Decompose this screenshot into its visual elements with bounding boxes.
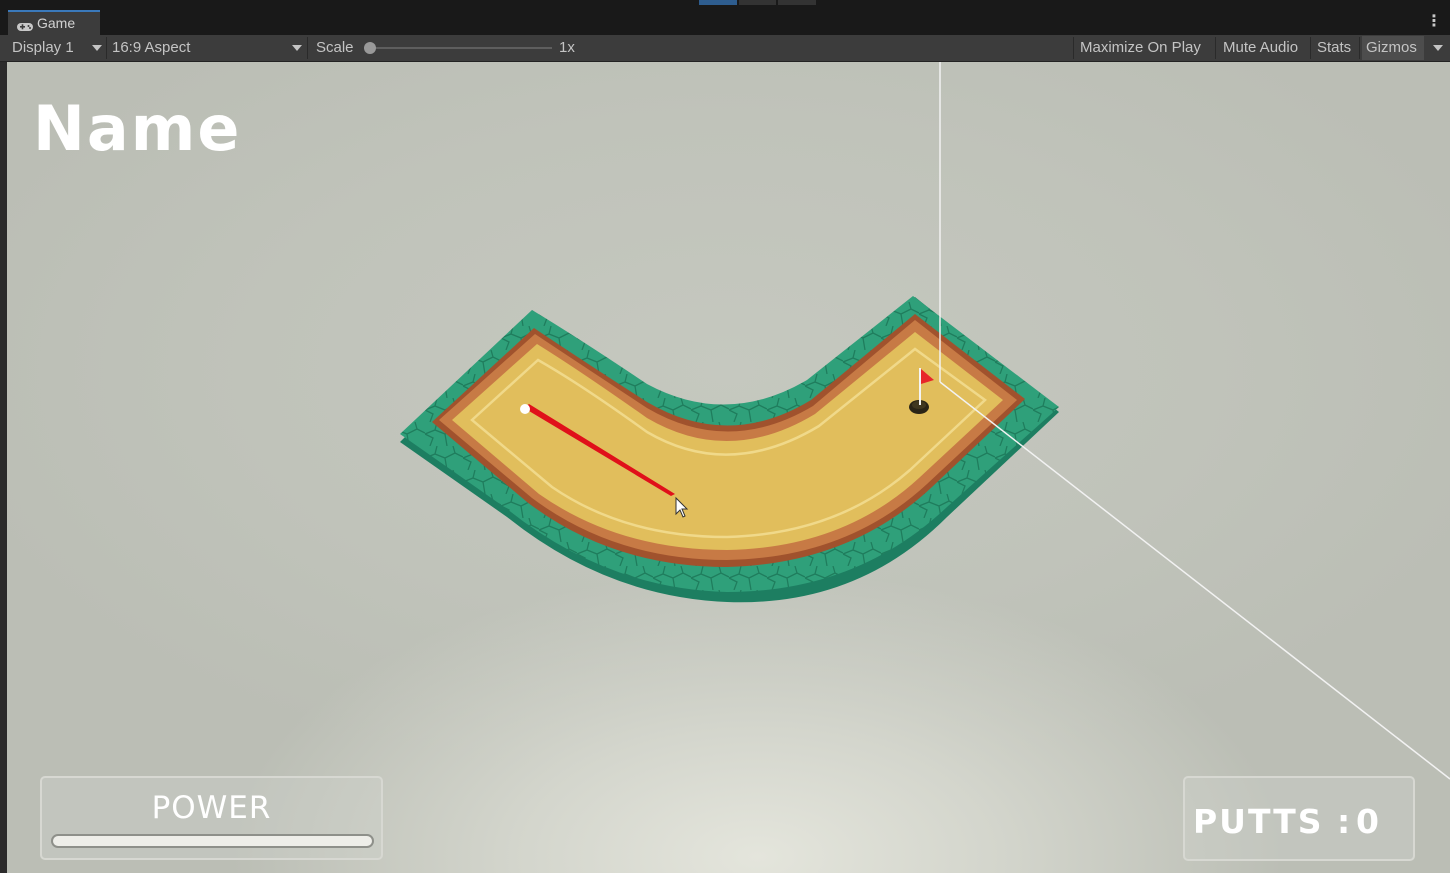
divider bbox=[1310, 37, 1311, 59]
scale-label: Scale bbox=[316, 39, 354, 56]
putts-panel: PUTTS : 0 bbox=[1183, 776, 1415, 861]
tab-label: Game bbox=[37, 15, 76, 31]
left-panel-edge bbox=[0, 62, 7, 873]
golf-ball bbox=[520, 404, 530, 414]
scale-value: 1x bbox=[559, 39, 575, 56]
layout-tab-active[interactable] bbox=[699, 0, 737, 5]
game-viewport[interactable]: Name POWER PUTTS : 0 bbox=[7, 62, 1450, 873]
stats-toggle[interactable]: Stats bbox=[1317, 35, 1351, 61]
minigolf-scene bbox=[400, 62, 1450, 780]
layout-tab[interactable] bbox=[739, 0, 776, 5]
mute-audio-toggle[interactable]: Mute Audio bbox=[1223, 35, 1298, 61]
power-panel: POWER bbox=[40, 776, 383, 860]
gizmos-chevron-down-icon[interactable] bbox=[1433, 45, 1443, 51]
top-strip bbox=[0, 0, 1450, 10]
divider bbox=[1359, 37, 1360, 59]
scale-slider-track[interactable] bbox=[372, 47, 552, 49]
putts-count: 0 bbox=[1356, 802, 1379, 841]
power-label: POWER bbox=[151, 790, 272, 826]
kebab-menu-icon[interactable]: ⋮ bbox=[1426, 13, 1442, 31]
maximize-on-play-toggle[interactable]: Maximize On Play bbox=[1080, 35, 1201, 61]
chevron-down-icon[interactable] bbox=[292, 45, 302, 51]
game-toolbar: Display 1 16:9 Aspect Scale 1x Maximize … bbox=[0, 35, 1450, 62]
tab-game[interactable]: Game bbox=[8, 10, 100, 35]
aspect-dropdown[interactable]: 16:9 Aspect bbox=[112, 35, 190, 61]
tab-bar: Game ⋮ bbox=[0, 10, 1450, 35]
divider bbox=[1215, 37, 1216, 59]
scale-slider-handle[interactable] bbox=[364, 42, 376, 54]
gizmos-toggle[interactable]: Gizmos bbox=[1366, 35, 1417, 61]
gizmo-line-diagonal bbox=[939, 381, 1450, 780]
divider bbox=[1073, 37, 1074, 59]
display-dropdown[interactable]: Display 1 bbox=[12, 35, 74, 61]
divider bbox=[106, 37, 107, 59]
layout-tab[interactable] bbox=[778, 0, 816, 5]
chevron-down-icon[interactable] bbox=[92, 45, 102, 51]
player-name-title: Name bbox=[33, 92, 242, 165]
divider bbox=[307, 37, 308, 59]
power-bar bbox=[51, 834, 374, 848]
putts-label: PUTTS : bbox=[1193, 802, 1353, 841]
